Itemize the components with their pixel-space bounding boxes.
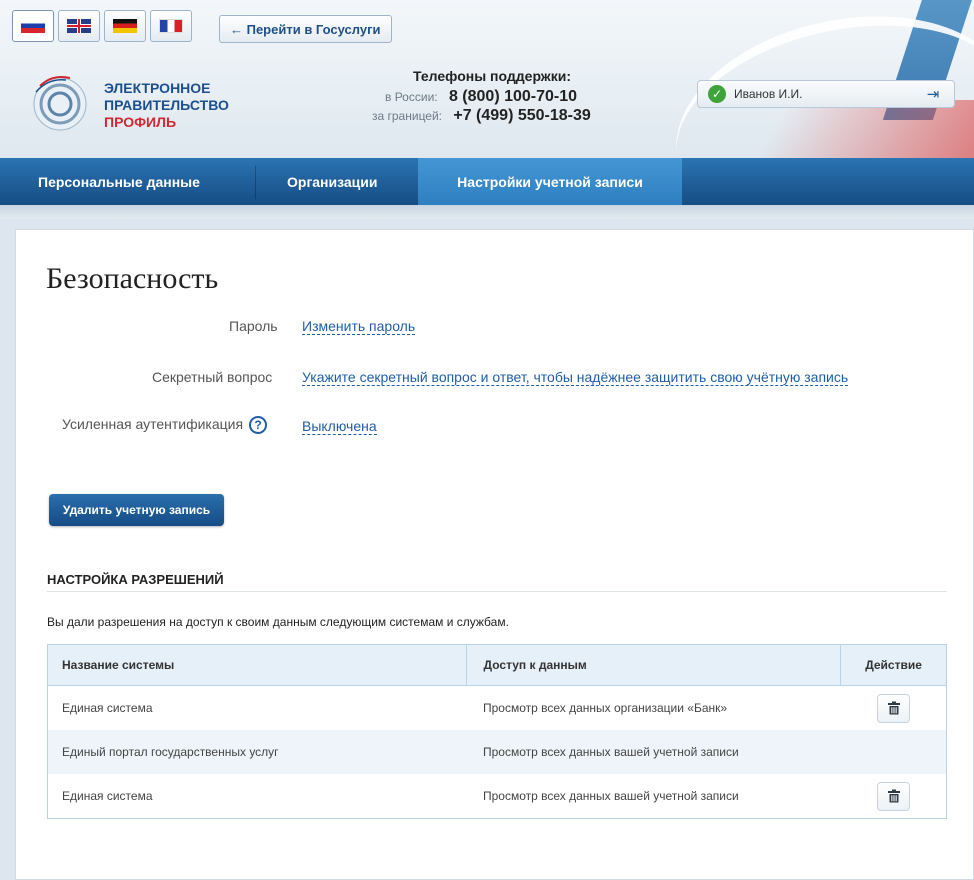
col-data-access: Доступ к данным <box>465 645 841 685</box>
support-abroad-label: за границей: <box>372 109 443 123</box>
flag-de-icon <box>113 19 137 33</box>
page-title: Безопасность <box>46 262 219 295</box>
user-box[interactable]: ✓ Иванов И.И. ⇥ <box>697 80 955 108</box>
delete-account-button[interactable]: Удалить учетную запись <box>49 494 224 526</box>
row-access: Просмотр всех данных организации «Банк» <box>483 701 728 715</box>
row-system: Единый портал государственных услуг <box>62 745 279 759</box>
row-access: Просмотр всех данных вашей учетной запис… <box>483 745 739 759</box>
lang-ru-button[interactable] <box>12 10 54 42</box>
flag-ru-icon <box>21 19 45 33</box>
strong-auth-link[interactable]: Выключена <box>302 418 377 435</box>
lang-en-button[interactable] <box>58 10 100 42</box>
support-title: Телефоны поддержки: <box>413 68 572 84</box>
secret-question-label: Секретный вопрос <box>152 369 273 385</box>
row-action-cell <box>841 730 946 774</box>
flag-uk-icon <box>67 19 91 33</box>
goto-gosuslugi-button[interactable]: ← Перейти в Госуслуги <box>219 15 392 43</box>
lang-de-button[interactable] <box>104 10 146 42</box>
permissions-table: Название системы Доступ к данным Действи… <box>47 644 947 819</box>
tab-account-settings[interactable]: Настройки учетной записи <box>418 158 682 205</box>
user-name: Иванов И.И. <box>734 87 803 101</box>
logo-line1: ЭЛЕКТРОННОЕ <box>104 80 211 96</box>
logo-icon <box>33 76 87 131</box>
support-russia: в России: 8 (800) 100-70-10 <box>385 88 577 106</box>
delete-permission-button[interactable] <box>877 781 910 811</box>
nav-shadow <box>0 205 974 219</box>
logo-line3: ПРОФИЛЬ <box>104 114 177 130</box>
table-row: Единая система Просмотр всех данных орга… <box>48 686 946 730</box>
delete-permission-button[interactable] <box>877 693 910 723</box>
tab-personal-data[interactable]: Персональные данные <box>38 158 200 205</box>
flag-fr-icon <box>159 19 183 33</box>
check-icon: ✓ <box>708 85 726 103</box>
logo-line2: ПРАВИТЕЛЬСТВО <box>104 97 229 113</box>
secret-question-link[interactable]: Укажите секретный вопрос и ответ, чтобы … <box>302 369 849 386</box>
main-nav: Персональные данные Организации Настройк… <box>0 158 974 205</box>
table-header: Название системы Доступ к данным Действи… <box>48 645 946 686</box>
lang-fr-button[interactable] <box>150 10 192 42</box>
support-abroad-phone: +7 (499) 550-18-39 <box>453 107 591 124</box>
site-header: ← Перейти в Госуслуги ЭЛЕКТРОННОЕ ПРАВИТ… <box>0 0 974 158</box>
permissions-title: НАСТРОЙКА РАЗРЕШЕНИЙ <box>47 572 224 587</box>
row-access: Просмотр всех данных вашей учетной запис… <box>483 789 739 803</box>
strong-auth-label: Усиленная аутентификация? <box>62 416 268 435</box>
logout-icon[interactable]: ⇥ <box>922 85 944 103</box>
table-row: Единая система Просмотр всех данных ваше… <box>48 774 946 818</box>
table-row: Единый портал государственных услуг Прос… <box>48 730 946 774</box>
help-icon[interactable]: ? <box>249 416 268 435</box>
change-password-link[interactable]: Изменить пароль <box>302 318 416 335</box>
section-divider <box>47 591 947 592</box>
logo-text: ЭЛЕКТРОННОЕ ПРАВИТЕЛЬСТВО ПРОФИЛЬ <box>104 80 229 131</box>
row-system: Единая система <box>62 789 153 803</box>
nav-divider <box>255 166 256 199</box>
goto-label: ← Перейти в Госуслуги <box>230 21 381 37</box>
password-label: Пароль <box>229 318 278 334</box>
trash-icon <box>887 789 900 803</box>
tab-organizations[interactable]: Организации <box>287 158 378 205</box>
strong-auth-text: Усиленная аутентификация <box>62 416 244 432</box>
support-abroad: за границей: +7 (499) 550-18-39 <box>372 107 591 125</box>
support-russia-phone: 8 (800) 100-70-10 <box>448 88 578 105</box>
support-russia-label: в России: <box>385 90 438 104</box>
row-action-cell <box>841 686 946 730</box>
row-system: Единая система <box>62 701 153 715</box>
row-action-cell <box>841 774 946 818</box>
trash-icon <box>887 701 900 715</box>
permissions-description: Вы дали разрешения на доступ к своим дан… <box>47 615 509 629</box>
language-switcher <box>12 10 192 42</box>
col-action: Действие <box>840 645 946 685</box>
col-system-name: Название системы <box>62 658 175 672</box>
